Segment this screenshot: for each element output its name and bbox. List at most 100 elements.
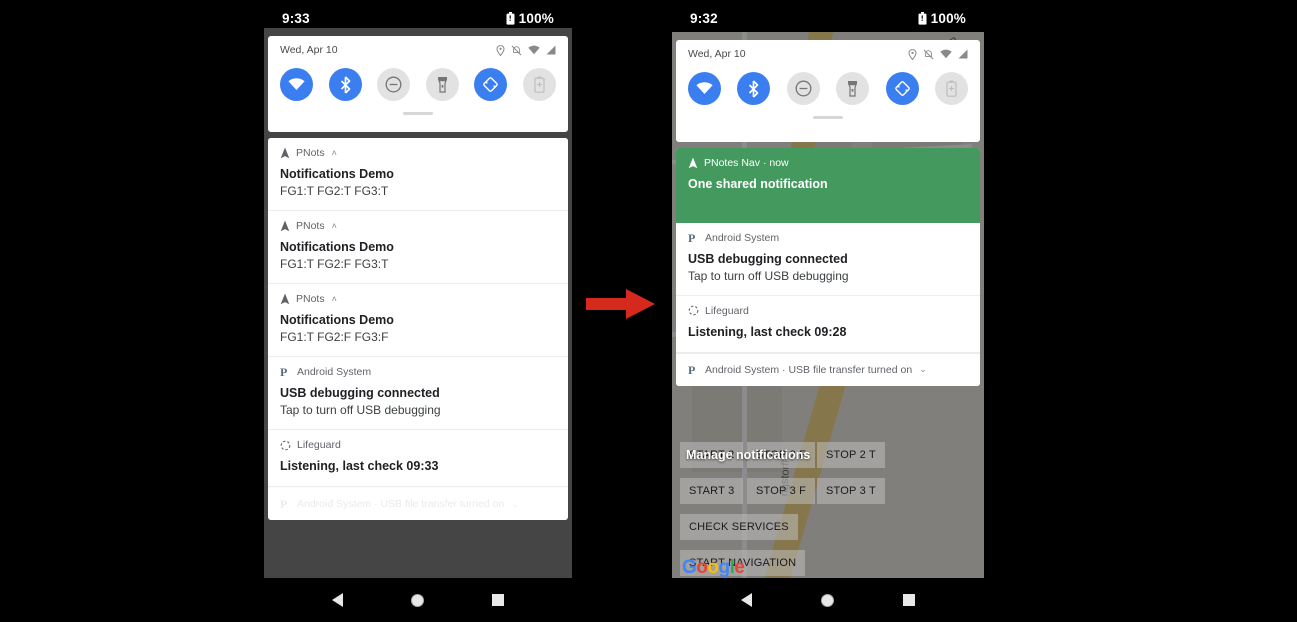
- summary-text: Android System · USB file transfer turne…: [705, 363, 913, 376]
- notification-app-name: PNots: [296, 293, 325, 306]
- quick-settings-drag-handle[interactable]: [403, 112, 433, 115]
- stop-3-f-button[interactable]: STOP 3 F: [747, 478, 816, 504]
- notification-header: PNots ˄: [280, 147, 556, 159]
- notification-app-name: Android System: [705, 231, 780, 244]
- notification-item[interactable]: PNots ˄ Notifications Demo FG1:T FG2:F F…: [268, 211, 568, 285]
- quick-settings-header: Wed, Apr 10: [686, 48, 970, 60]
- flashlight-tile[interactable]: [425, 68, 459, 101]
- vibrate-off-icon: [511, 45, 522, 56]
- home-circle-icon[interactable]: [411, 593, 424, 607]
- signal-icon: [546, 45, 556, 55]
- notification-header: Lifeguard: [688, 305, 968, 317]
- left-phone: 9:33 100% Wed, Apr 10 PNots ˄ Notificati…: [264, 0, 572, 622]
- notification-app-name: PNots: [296, 147, 325, 159]
- right-quick-settings-panel[interactable]: Wed, Apr 10: [676, 40, 980, 142]
- right-nav-bar: [672, 578, 984, 622]
- svg-text:P: P: [688, 232, 695, 244]
- notification-summary-row[interactable]: P Android System · USB file transfer tur…: [268, 487, 568, 521]
- svg-text:P: P: [280, 366, 287, 378]
- battery-icon: [506, 11, 515, 25]
- notification-app-name: Lifeguard: [297, 439, 341, 452]
- check-services-button[interactable]: CHECK SERVICES: [680, 514, 798, 540]
- wifi-tile[interactable]: [280, 68, 313, 101]
- bluetooth-tile[interactable]: [737, 72, 771, 105]
- right-notification-list: PNotes Nav · now One shared notification…: [676, 148, 980, 386]
- do-not-disturb-tile[interactable]: [786, 72, 820, 105]
- auto-rotate-tile[interactable]: [474, 68, 508, 101]
- notification-app-name: Lifeguard: [705, 304, 749, 317]
- left-notification-list: PNots ˄ Notifications Demo FG1:T FG2:T F…: [268, 138, 568, 521]
- do-not-disturb-tile[interactable]: [377, 68, 411, 101]
- dashed-circle-icon: [688, 305, 699, 316]
- notification-app-name: PNotes Nav · now: [704, 157, 789, 169]
- svg-text:P: P: [280, 498, 287, 510]
- back-triangle-icon[interactable]: [332, 593, 343, 607]
- home-circle-icon[interactable]: [820, 593, 834, 607]
- red-right-arrow: [586, 289, 656, 319]
- notification-title: USB debugging connected: [280, 386, 440, 401]
- manage-notifications-link[interactable]: Manage notifications: [686, 448, 810, 462]
- p-badge-icon: P: [688, 364, 699, 376]
- signal-icon: [958, 49, 968, 59]
- notification-header: PNots ˄: [280, 220, 556, 232]
- flashlight-tile[interactable]: [836, 72, 870, 105]
- start-3-button[interactable]: START 3: [680, 478, 744, 504]
- notification-title: Notifications Demo: [280, 240, 394, 255]
- notification-item[interactable]: Lifeguard Listening, last check 09:33: [268, 430, 568, 488]
- chevron-down-icon[interactable]: ⌄: [511, 499, 519, 510]
- status-bar-time: 9:33: [282, 10, 310, 26]
- notification-summary-row[interactable]: P Android System · USB file transfer tur…: [676, 352, 980, 386]
- notification-title: Notifications Demo: [280, 313, 394, 328]
- quick-settings-tiles: [686, 72, 970, 105]
- p-badge-icon: P: [280, 498, 291, 510]
- recents-square-icon[interactable]: [492, 594, 504, 606]
- quick-settings-tiles: [278, 68, 558, 101]
- back-triangle-icon[interactable]: [740, 593, 752, 607]
- dashed-circle-icon: [280, 440, 291, 451]
- p-badge-icon: P: [280, 366, 291, 378]
- stop-2-t-button[interactable]: STOP 2 T: [817, 442, 885, 468]
- notification-title: Notifications Demo: [280, 167, 394, 181]
- notification-item[interactable]: Lifeguard Listening, last check 09:28: [676, 295, 980, 353]
- bluetooth-tile[interactable]: [328, 68, 362, 101]
- right-screen: andings Dr Charleston n St ngstorff Goog…: [672, 32, 984, 584]
- chevron-down-icon[interactable]: ⌄: [919, 364, 927, 375]
- battery-icon: [918, 11, 927, 25]
- notification-item[interactable]: PNots ˄ Notifications Demo FG1:T FG2:F F…: [268, 284, 568, 358]
- quick-settings-header: Wed, Apr 10: [278, 44, 558, 56]
- right-status-bar: 9:32 100%: [672, 0, 984, 36]
- chevron-up-icon[interactable]: ˄: [332, 294, 337, 304]
- wifi-icon: [940, 49, 952, 59]
- notification-body: Tap to turn off USB debugging: [280, 403, 441, 418]
- notification-item[interactable]: P Android System USB debugging connected…: [676, 222, 980, 296]
- notification-body: Tap to turn off USB debugging: [688, 268, 849, 283]
- notification-header: PNots ˄: [280, 293, 556, 305]
- notification-item[interactable]: P Android System USB debugging connected…: [268, 357, 568, 431]
- location-pin-icon: [496, 44, 505, 56]
- notification-body: FG1:T FG2:F FG3:T: [280, 256, 389, 271]
- notification-title: Listening, last check 09:28: [688, 324, 847, 339]
- notification-header: P Android System: [280, 366, 556, 378]
- chevron-up-icon[interactable]: ˄: [332, 148, 337, 158]
- quick-settings-drag-handle[interactable]: [813, 116, 843, 119]
- notification-item[interactable]: PNots ˄ Notifications Demo FG1:T FG2:T F…: [268, 138, 568, 212]
- screenshot-root: 9:33 100% Wed, Apr 10 PNots ˄ Notificati…: [0, 0, 1297, 622]
- notification-item-shared[interactable]: PNotes Nav · now One shared notification: [676, 148, 980, 223]
- stop-3-t-button[interactable]: STOP 3 T: [817, 478, 885, 504]
- notification-header: Lifeguard: [280, 439, 556, 451]
- battery-saver-tile[interactable]: [522, 68, 556, 101]
- summary-text: Android System · USB file transfer turne…: [297, 498, 505, 511]
- wifi-tile[interactable]: [688, 72, 721, 105]
- wifi-icon: [528, 45, 540, 55]
- navigation-arrow-icon: [280, 293, 290, 305]
- navigation-arrow-icon: [280, 147, 290, 159]
- auto-rotate-tile[interactable]: [885, 72, 919, 105]
- notification-app-name: PNots: [296, 220, 325, 233]
- battery-saver-tile[interactable]: [934, 72, 968, 105]
- left-quick-settings-panel[interactable]: Wed, Apr 10: [268, 36, 568, 132]
- recents-square-icon[interactable]: [903, 594, 916, 606]
- svg-text:P: P: [688, 364, 695, 376]
- notification-header: PNotes Nav · now: [688, 157, 968, 169]
- notification-app-name: Android System: [297, 366, 372, 379]
- chevron-up-icon[interactable]: ˄: [332, 221, 337, 231]
